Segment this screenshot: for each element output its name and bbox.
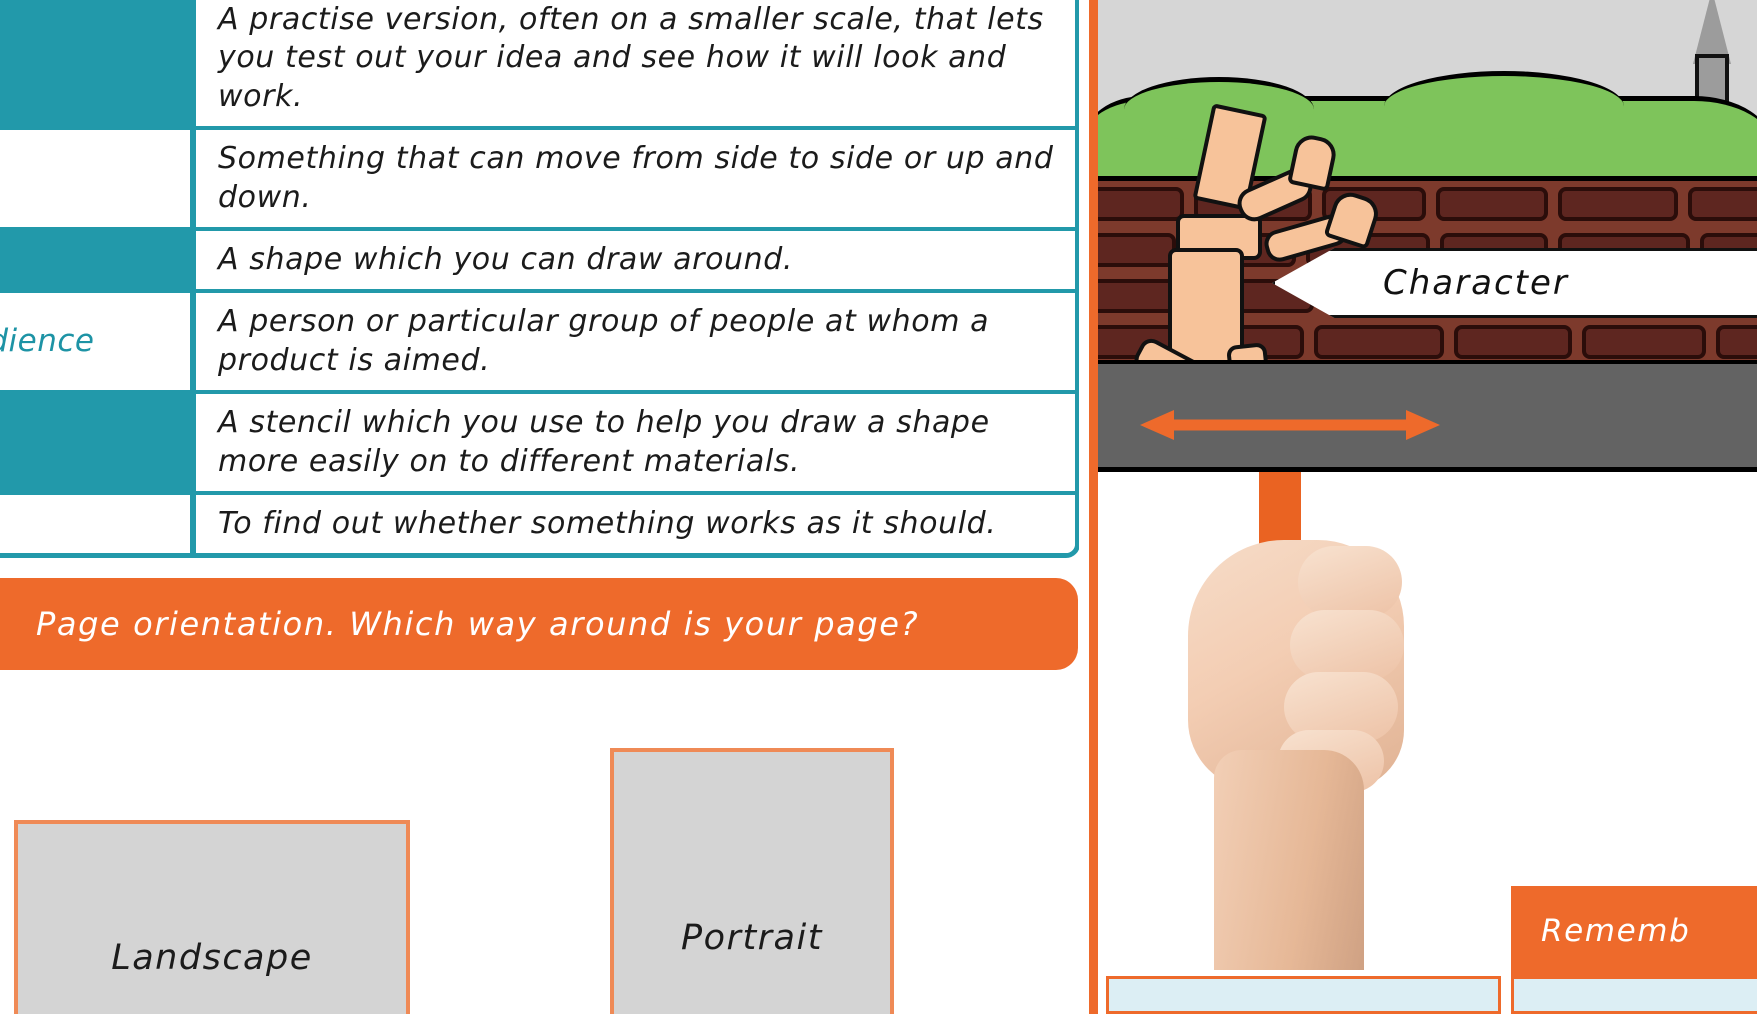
glossary-definition: A practise version, often on a smaller s… bbox=[196, 0, 1075, 127]
pavement-strip bbox=[1098, 360, 1757, 472]
glossary-definition: To find out whether something works as i… bbox=[196, 494, 1075, 554]
bottom-strip-right bbox=[1511, 976, 1757, 1014]
remember-label: Rememb bbox=[1541, 913, 1691, 949]
table-row: Sliders Something that can move from sid… bbox=[0, 126, 1075, 227]
left-content-panel: Model A practise version, often on a sma… bbox=[0, 0, 1079, 1014]
glossary-term: Sliders bbox=[0, 130, 196, 227]
orientation-choices: Landscape Portrait bbox=[0, 676, 1079, 1014]
glossary-term: Test bbox=[0, 494, 196, 554]
double-headed-arrow-icon bbox=[1140, 410, 1440, 440]
glossary-definition: A stencil which you use to help you draw… bbox=[196, 394, 1075, 491]
page-orientation-question: Page orientation. Which way around is yo… bbox=[36, 605, 920, 643]
glossary-table: Model A practise version, often on a sma… bbox=[0, 0, 1079, 559]
portrait-label: Portrait bbox=[681, 918, 823, 958]
table-row: Target audience A person or particular g… bbox=[0, 289, 1075, 391]
landscape-option-box[interactable]: Landscape bbox=[14, 820, 410, 1014]
character-arrow-label: Character bbox=[1272, 248, 1757, 318]
glossary-definition: A person or particular group of people a… bbox=[196, 293, 1075, 391]
character-label-text: Character bbox=[1383, 263, 1569, 303]
glossary-term: Model bbox=[0, 0, 196, 127]
bottom-strip-left bbox=[1106, 976, 1501, 1014]
table-row: Model A practise version, often on a sma… bbox=[0, 0, 1075, 127]
hand-gripping-stick-icon bbox=[1158, 500, 1458, 970]
portrait-option-box[interactable]: Portrait bbox=[610, 748, 894, 1014]
page-orientation-banner: Page orientation. Which way around is yo… bbox=[0, 578, 1078, 670]
remember-panel: Rememb bbox=[1511, 886, 1757, 976]
glossary-definition: Something that can move from side to sid… bbox=[196, 130, 1075, 227]
worksheet-page: Model A practise version, often on a sma… bbox=[0, 0, 1757, 1014]
table-row: Template A stencil which you use to help… bbox=[0, 390, 1075, 491]
glossary-term: Stencil bbox=[0, 230, 196, 290]
puppet-scene-illustration: Character bbox=[1098, 0, 1757, 472]
glossary-term: Target audience bbox=[0, 293, 196, 391]
landscape-label: Landscape bbox=[111, 938, 313, 978]
glossary-definition: A shape which you can draw around. bbox=[196, 230, 1075, 290]
table-row: Test To find out whether something works… bbox=[0, 490, 1075, 554]
table-row: Stencil A shape which you can draw aroun… bbox=[0, 226, 1075, 290]
glossary-term: Template bbox=[0, 394, 196, 491]
illustration-panel: Character Rememb bbox=[1089, 0, 1757, 1014]
